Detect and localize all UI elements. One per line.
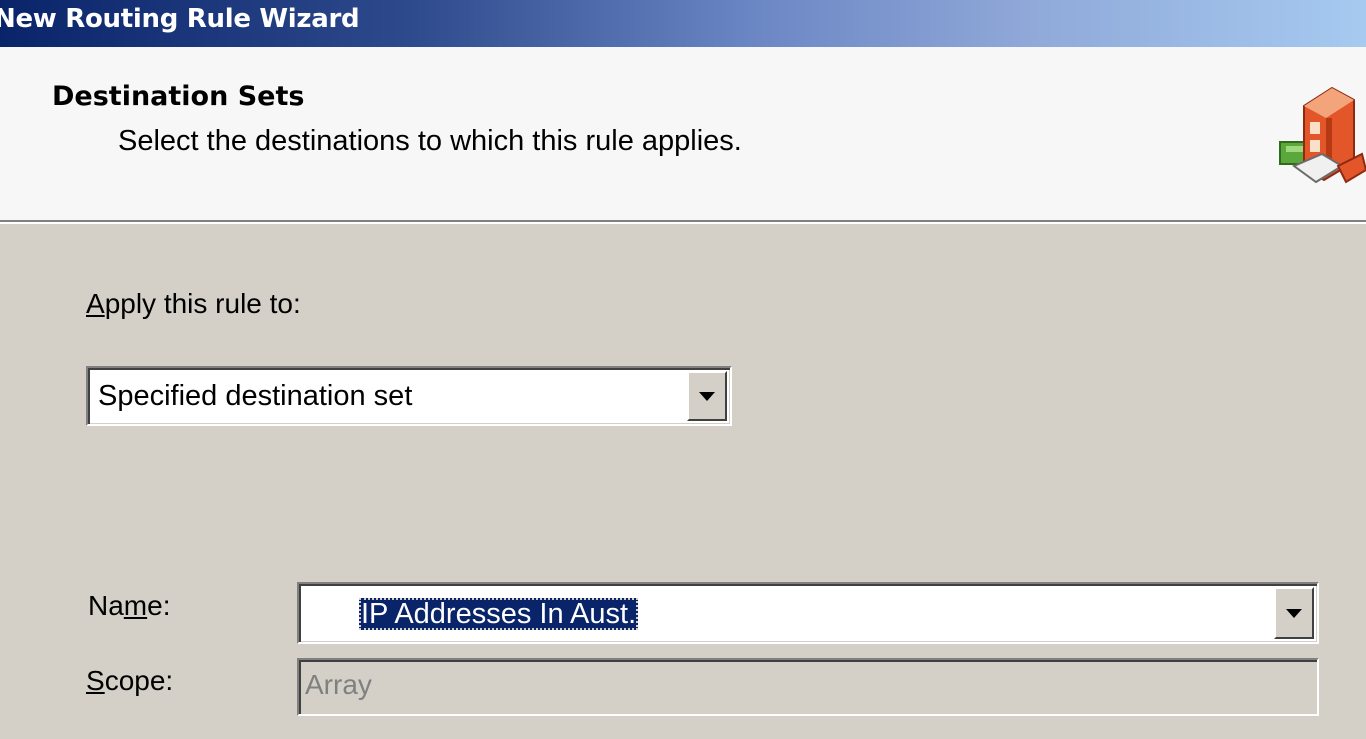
- page-subtitle: Select the destinations to which this ru…: [118, 125, 742, 157]
- name-dropdown[interactable]: IP Addresses In Aust.: [297, 582, 1319, 644]
- apply-rule-label: Apply this rule to:: [86, 288, 301, 319]
- title-bar[interactable]: New Routing Rule Wizard: [0, 0, 1366, 47]
- routing-wizard-icon: [1279, 86, 1366, 184]
- name-dropdown-value: IP Addresses In Aust.: [359, 598, 639, 631]
- chevron-down-icon: [1286, 609, 1302, 618]
- name-label: Name:: [88, 590, 171, 621]
- name-dropdown-button[interactable]: [1274, 587, 1314, 639]
- apply-rule-dropdown-button[interactable]: [687, 371, 727, 421]
- chevron-down-icon: [699, 392, 715, 401]
- page-title: Destination Sets: [52, 81, 305, 112]
- apply-rule-dropdown[interactable]: Specified destination set: [86, 366, 732, 426]
- scope-field-value: Array: [305, 669, 372, 700]
- window-title: New Routing Rule Wizard: [0, 4, 360, 34]
- name-selected-text: IP Addresses In Aust.: [359, 598, 639, 630]
- apply-rule-dropdown-value: Specified destination set: [98, 380, 413, 412]
- scope-field: Array: [297, 658, 1319, 716]
- scope-label: Scope:: [86, 665, 174, 696]
- wizard-header: Destination Sets Select the destinations…: [0, 47, 1366, 222]
